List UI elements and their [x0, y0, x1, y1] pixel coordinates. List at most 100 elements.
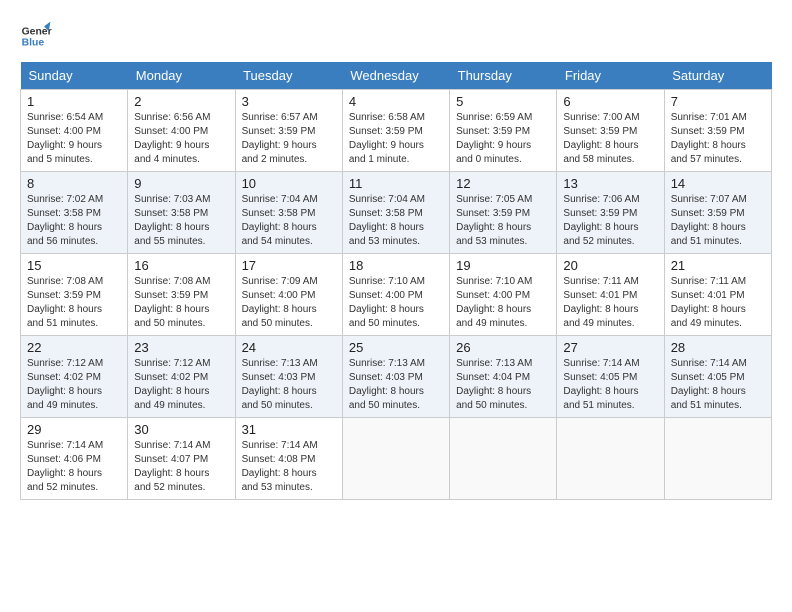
calendar-week-row: 15 Sunrise: 7:08 AMSunset: 3:59 PMDayligh…	[21, 254, 772, 336]
calendar-cell: 28 Sunrise: 7:14 AMSunset: 4:05 PMDayligh…	[664, 336, 771, 418]
day-number: 27	[563, 340, 657, 355]
svg-text:Blue: Blue	[22, 38, 45, 49]
day-info: Sunrise: 7:04 AMSunset: 3:58 PMDaylight:…	[349, 193, 443, 249]
calendar-cell	[342, 418, 449, 500]
calendar-cell: 13Sunrise: 7:06 AMSunset: 3:59 PMDayligh…	[557, 172, 664, 254]
calendar-week-row: 29 Sunrise: 7:14 AMSunset: 4:06 PMDayligh…	[21, 418, 772, 500]
calendar-cell: 20 Sunrise: 7:11 AMSunset: 4:01 PMDayligh…	[557, 254, 664, 336]
day-info: Sunrise: 7:08 AMSunset: 3:59 PMDaylight:…	[134, 275, 228, 331]
day-number: 2	[134, 94, 228, 109]
day-info: Sunrise: 7:11 AMSunset: 4:01 PMDaylight:…	[563, 275, 657, 331]
day-info: Sunrise: 7:14 AMSunset: 4:06 PMDaylight:…	[27, 439, 121, 495]
day-info: Sunrise: 7:08 AMSunset: 3:59 PMDaylight:…	[27, 275, 121, 331]
calendar-cell: 5 Sunrise: 6:59 AMSunset: 3:59 PMDaylight…	[450, 90, 557, 172]
day-number: 22	[27, 340, 121, 355]
day-number: 19	[456, 258, 550, 273]
day-number: 23	[134, 340, 228, 355]
calendar-cell: 11Sunrise: 7:04 AMSunset: 3:58 PMDayligh…	[342, 172, 449, 254]
calendar-cell: 27 Sunrise: 7:14 AMSunset: 4:05 PMDayligh…	[557, 336, 664, 418]
calendar-cell: 19 Sunrise: 7:10 AMSunset: 4:00 PMDayligh…	[450, 254, 557, 336]
day-number: 24	[242, 340, 336, 355]
calendar-table: SundayMondayTuesdayWednesdayThursdayFrid…	[20, 62, 772, 500]
calendar-cell: 21 Sunrise: 7:11 AMSunset: 4:01 PMDayligh…	[664, 254, 771, 336]
day-number: 10	[242, 176, 336, 191]
calendar-header-row: SundayMondayTuesdayWednesdayThursdayFrid…	[21, 62, 772, 90]
day-info: Sunrise: 7:03 AMSunset: 3:58 PMDaylight:…	[134, 193, 228, 249]
day-info: Sunrise: 7:00 AMSunset: 3:59 PMDaylight:…	[563, 111, 657, 167]
day-number: 17	[242, 258, 336, 273]
day-info: Sunrise: 7:14 AMSunset: 4:07 PMDaylight:…	[134, 439, 228, 495]
calendar-cell: 10 Sunrise: 7:04 AMSunset: 3:58 PMDayligh…	[235, 172, 342, 254]
day-info: Sunrise: 7:06 AMSunset: 3:59 PMDaylight:…	[563, 193, 657, 249]
day-number: 26	[456, 340, 550, 355]
day-number: 14	[671, 176, 765, 191]
day-number: 3	[242, 94, 336, 109]
calendar-cell: 30Sunrise: 7:14 AMSunset: 4:07 PMDayligh…	[128, 418, 235, 500]
day-info: Sunrise: 7:01 AMSunset: 3:59 PMDaylight:…	[671, 111, 765, 167]
calendar-cell: 4 Sunrise: 6:58 AMSunset: 3:59 PMDaylight…	[342, 90, 449, 172]
general-blue-logo-icon: General Blue	[20, 20, 52, 52]
calendar-week-row: 1 Sunrise: 6:54 AMSunset: 4:00 PMDaylight…	[21, 90, 772, 172]
calendar-cell: 23 Sunrise: 7:12 AMSunset: 4:02 PMDayligh…	[128, 336, 235, 418]
day-info: Sunrise: 6:56 AMSunset: 4:00 PMDaylight:…	[134, 111, 228, 167]
calendar-cell: 9 Sunrise: 7:03 AMSunset: 3:58 PMDaylight…	[128, 172, 235, 254]
calendar-day-header: Friday	[557, 62, 664, 90]
day-info: Sunrise: 7:04 AMSunset: 3:58 PMDaylight:…	[242, 193, 336, 249]
logo: General Blue	[20, 20, 52, 52]
day-number: 29	[27, 422, 121, 437]
calendar-day-header: Thursday	[450, 62, 557, 90]
day-number: 6	[563, 94, 657, 109]
day-info: Sunrise: 7:12 AMSunset: 4:02 PMDaylight:…	[134, 357, 228, 413]
day-info: Sunrise: 7:09 AMSunset: 4:00 PMDaylight:…	[242, 275, 336, 331]
day-number: 9	[134, 176, 228, 191]
day-info: Sunrise: 7:12 AMSunset: 4:02 PMDaylight:…	[27, 357, 121, 413]
calendar-cell: 26 Sunrise: 7:13 AMSunset: 4:04 PMDayligh…	[450, 336, 557, 418]
calendar-cell: 22 Sunrise: 7:12 AMSunset: 4:02 PMDayligh…	[21, 336, 128, 418]
calendar-day-header: Wednesday	[342, 62, 449, 90]
day-info: Sunrise: 6:59 AMSunset: 3:59 PMDaylight:…	[456, 111, 550, 167]
calendar-cell: 6 Sunrise: 7:00 AMSunset: 3:59 PMDaylight…	[557, 90, 664, 172]
day-info: Sunrise: 7:14 AMSunset: 4:08 PMDaylight:…	[242, 439, 336, 495]
day-info: Sunrise: 6:54 AMSunset: 4:00 PMDaylight:…	[27, 111, 121, 167]
calendar-day-header: Monday	[128, 62, 235, 90]
day-info: Sunrise: 7:02 AMSunset: 3:58 PMDaylight:…	[27, 193, 121, 249]
calendar-cell	[557, 418, 664, 500]
calendar-cell: 14 Sunrise: 7:07 AMSunset: 3:59 PMDayligh…	[664, 172, 771, 254]
calendar-cell: 18Sunrise: 7:10 AMSunset: 4:00 PMDayligh…	[342, 254, 449, 336]
calendar-cell: 16 Sunrise: 7:08 AMSunset: 3:59 PMDayligh…	[128, 254, 235, 336]
day-info: Sunrise: 6:57 AMSunset: 3:59 PMDaylight:…	[242, 111, 336, 167]
calendar-day-header: Tuesday	[235, 62, 342, 90]
day-info: Sunrise: 7:10 AMSunset: 4:00 PMDaylight:…	[456, 275, 550, 331]
day-info: Sunrise: 7:14 AMSunset: 4:05 PMDaylight:…	[671, 357, 765, 413]
day-info: Sunrise: 7:05 AMSunset: 3:59 PMDaylight:…	[456, 193, 550, 249]
day-number: 20	[563, 258, 657, 273]
day-info: Sunrise: 7:07 AMSunset: 3:59 PMDaylight:…	[671, 193, 765, 249]
calendar-cell: 29 Sunrise: 7:14 AMSunset: 4:06 PMDayligh…	[21, 418, 128, 500]
day-number: 4	[349, 94, 443, 109]
calendar-cell: 12 Sunrise: 7:05 AMSunset: 3:59 PMDayligh…	[450, 172, 557, 254]
calendar-cell: 7 Sunrise: 7:01 AMSunset: 3:59 PMDaylight…	[664, 90, 771, 172]
calendar-cell	[450, 418, 557, 500]
day-number: 16	[134, 258, 228, 273]
day-info: Sunrise: 7:13 AMSunset: 4:04 PMDaylight:…	[456, 357, 550, 413]
calendar-day-header: Saturday	[664, 62, 771, 90]
day-number: 12	[456, 176, 550, 191]
day-info: Sunrise: 7:11 AMSunset: 4:01 PMDaylight:…	[671, 275, 765, 331]
day-number: 5	[456, 94, 550, 109]
calendar-day-header: Sunday	[21, 62, 128, 90]
calendar-week-row: 22 Sunrise: 7:12 AMSunset: 4:02 PMDayligh…	[21, 336, 772, 418]
day-info: Sunrise: 6:58 AMSunset: 3:59 PMDaylight:…	[349, 111, 443, 167]
calendar-cell: 25Sunrise: 7:13 AMSunset: 4:03 PMDayligh…	[342, 336, 449, 418]
day-info: Sunrise: 7:10 AMSunset: 4:00 PMDaylight:…	[349, 275, 443, 331]
day-number: 21	[671, 258, 765, 273]
calendar-cell: 17 Sunrise: 7:09 AMSunset: 4:00 PMDayligh…	[235, 254, 342, 336]
day-number: 15	[27, 258, 121, 273]
calendar-cell	[664, 418, 771, 500]
day-info: Sunrise: 7:14 AMSunset: 4:05 PMDaylight:…	[563, 357, 657, 413]
day-number: 28	[671, 340, 765, 355]
calendar-cell: 31 Sunrise: 7:14 AMSunset: 4:08 PMDayligh…	[235, 418, 342, 500]
day-number: 7	[671, 94, 765, 109]
day-info: Sunrise: 7:13 AMSunset: 4:03 PMDaylight:…	[349, 357, 443, 413]
day-number: 31	[242, 422, 336, 437]
day-number: 1	[27, 94, 121, 109]
